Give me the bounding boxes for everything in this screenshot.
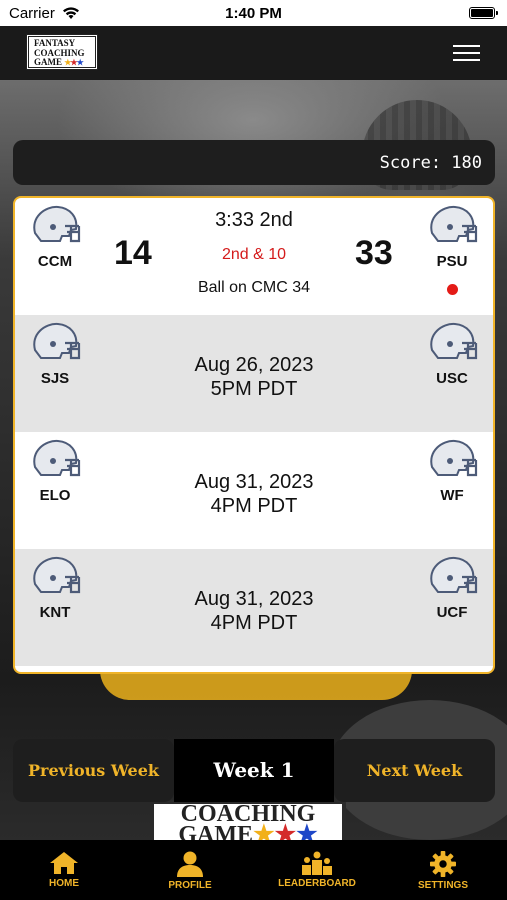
- away-team-abbr: WF: [440, 487, 464, 504]
- away-team: PSU: [412, 198, 492, 295]
- helmet-icon: [430, 205, 478, 243]
- background-banner: [100, 670, 412, 700]
- tab-home[interactable]: HOME: [14, 840, 114, 900]
- background-logo: COACHING GAME★★★: [150, 800, 346, 840]
- away-team-abbr: PSU: [436, 253, 468, 270]
- background-logo-line-2: GAME★★★: [154, 822, 342, 840]
- score-label: Score: 180: [379, 153, 482, 173]
- battery-icon: [469, 7, 498, 19]
- tab-profile[interactable]: PROFILE: [140, 840, 240, 900]
- tab-profile-label: PROFILE: [168, 880, 212, 891]
- tab-leaderboard[interactable]: LEADERBOARD: [267, 840, 367, 900]
- game-row[interactable]: ELO Aug 31, 2023 4PM PDT WF: [15, 432, 493, 549]
- logo-line-3: GAME ★★★: [34, 57, 95, 68]
- next-week-button[interactable]: Next Week: [334, 739, 495, 802]
- away-team: UCF: [412, 549, 492, 621]
- logo-line-3-text: GAME: [34, 57, 62, 67]
- top-navbar: FANTASY COACHING GAME ★★★: [0, 26, 507, 80]
- gear-icon: [430, 851, 456, 877]
- status-bar: Carrier 1:40 PM: [0, 0, 507, 26]
- away-score: 33: [355, 234, 393, 272]
- possession-indicator-icon: [446, 284, 458, 295]
- away-team: WF: [412, 432, 492, 504]
- leaderboard-icon: [302, 851, 332, 875]
- helmet-icon: [430, 439, 478, 477]
- helmet-icon: [430, 556, 478, 594]
- current-week-label: Week 1: [174, 739, 334, 802]
- away-team-abbr: UCF: [436, 604, 468, 621]
- home-icon: [50, 852, 78, 874]
- tab-home-label: HOME: [49, 878, 79, 889]
- bottom-tab-bar: HOME PROFILE LEADERBOARD SETTINGS: [0, 840, 507, 900]
- previous-week-button[interactable]: Previous Week: [13, 739, 174, 802]
- score-bar: Score: 180: [13, 140, 495, 185]
- hamburger-menu-icon[interactable]: [453, 45, 480, 62]
- away-team: USC: [412, 315, 492, 387]
- game-row[interactable]: SJS Aug 26, 2023 5PM PDT USC: [15, 315, 493, 432]
- status-time: 1:40 PM: [225, 5, 282, 22]
- game-row[interactable]: KNT Aug 31, 2023 4PM PDT UCF: [15, 549, 493, 666]
- tab-leaderboard-label: LEADERBOARD: [278, 878, 356, 889]
- app-logo[interactable]: FANTASY COACHING GAME ★★★: [26, 34, 98, 70]
- games-list[interactable]: CCM 14 3:33 2nd 2nd & 10 Ball on CMC 34 …: [13, 196, 495, 674]
- game-row-live[interactable]: CCM 14 3:33 2nd 2nd & 10 Ball on CMC 34 …: [15, 198, 493, 315]
- tab-settings-label: SETTINGS: [417, 880, 468, 891]
- person-icon: [177, 851, 203, 877]
- away-team-abbr: USC: [436, 370, 468, 387]
- logo-stars-icon: ★★★: [64, 58, 84, 67]
- tab-settings[interactable]: SETTINGS: [393, 840, 493, 900]
- game-row-partial[interactable]: [15, 666, 493, 672]
- background-logo-line-2-text: GAME: [178, 822, 254, 840]
- helmet-icon: [430, 322, 478, 360]
